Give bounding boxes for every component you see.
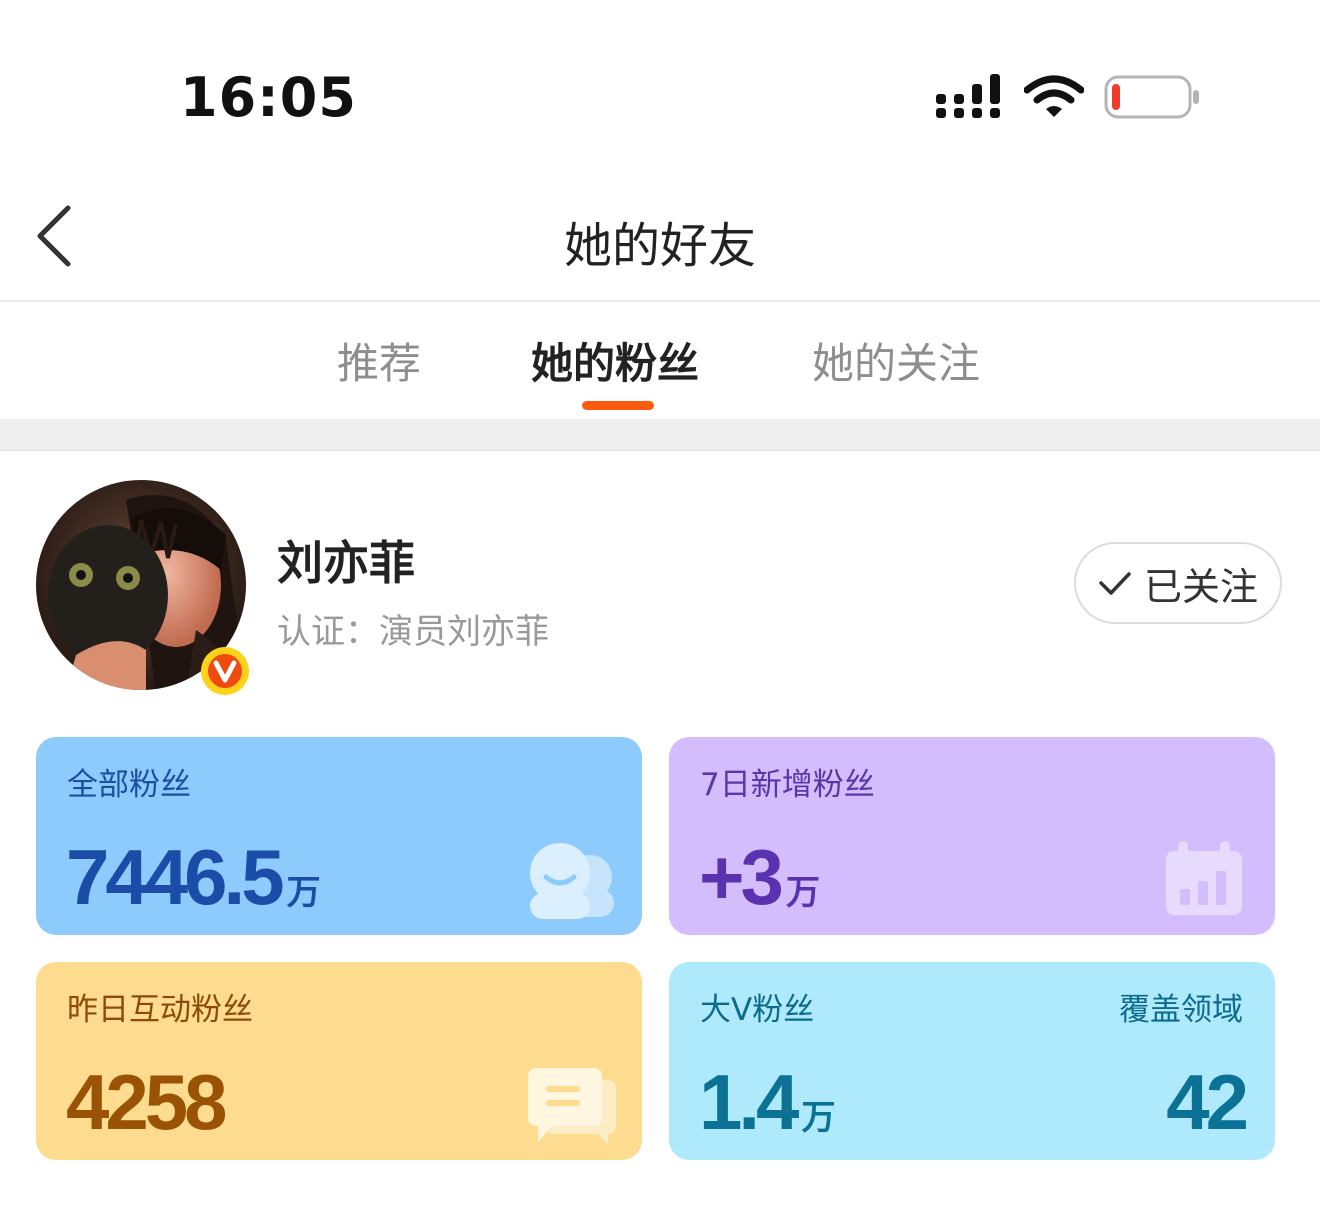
total-fans-label: 全部粉丝	[67, 767, 191, 803]
big-v-fans-label: 大V粉丝	[700, 992, 815, 1028]
interactive-fans-card[interactable]: 昨日互动粉丝 4258	[36, 962, 642, 1160]
page-title: 她的好友	[563, 218, 756, 274]
signal-bars-icon	[936, 74, 1004, 120]
big-v-fans-card[interactable]: 大V粉丝 覆盖领域 1.4 万 42	[669, 962, 1275, 1160]
tab-recommend[interactable]: 推荐	[337, 330, 421, 391]
big-v-fans-value: 1.4 万	[699, 1058, 836, 1146]
verification-text: 认证：演员刘亦菲	[277, 612, 549, 652]
interactive-fans-value: 4258	[66, 1058, 228, 1146]
new-fans-7d-value: +3 万	[699, 833, 820, 921]
tab-her-following[interactable]: 她的关注	[812, 330, 980, 391]
following-button-label: 已关注	[1143, 564, 1258, 609]
new-fans-7d-label: 7日新增粉丝	[700, 767, 875, 803]
fans-icon	[526, 841, 616, 925]
check-icon	[1099, 572, 1131, 595]
total-fans-card[interactable]: 全部粉丝 7446.5 万	[36, 737, 642, 935]
new-fans-7d-card[interactable]: 7日新增粉丝 +3 万	[669, 737, 1275, 935]
battery-low-icon	[1104, 74, 1202, 120]
coverage-label: 覆盖领域	[1119, 992, 1243, 1028]
coverage-value: 42	[1166, 1058, 1249, 1146]
verified-v-icon	[200, 646, 250, 696]
tab-her-fans[interactable]: 她的粉丝	[531, 330, 699, 391]
total-fans-value: 7446.5 万	[66, 833, 321, 921]
section-separator	[0, 419, 1320, 451]
active-tab-indicator	[582, 401, 654, 410]
wifi-icon	[1023, 74, 1085, 118]
calendar-chart-icon	[1164, 841, 1244, 921]
following-button[interactable]: 已关注	[1074, 542, 1282, 624]
profile-name[interactable]: 刘亦菲	[277, 527, 415, 593]
interactive-fans-label: 昨日互动粉丝	[67, 992, 253, 1028]
chat-bubble-icon	[526, 1066, 618, 1150]
status-time: 16:05	[180, 66, 357, 129]
nav-divider	[0, 300, 1320, 302]
